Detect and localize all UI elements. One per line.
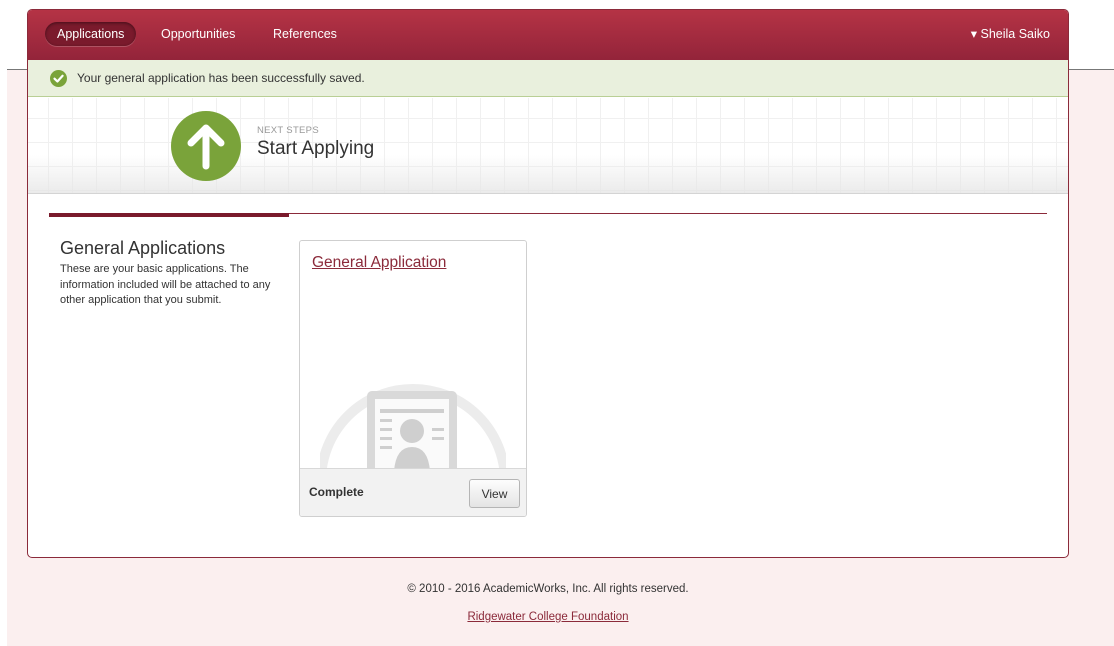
nav-tab-opportunities[interactable]: Opportunities [149,22,247,46]
next-steps-label: NEXT STEPS [257,125,319,136]
general-application-link[interactable]: General Application [312,254,446,272]
success-alert: Your general application has been succes… [28,60,1068,97]
header-divider-right [1069,69,1114,70]
nav-tab-references[interactable]: References [261,22,349,46]
alert-message: Your general application has been succes… [77,71,365,85]
top-navbar: Applications Opportunities References ▾ … [28,10,1068,60]
section-divider-active [49,213,289,217]
next-steps-title: Start Applying [257,138,375,159]
section-description: These are your basic applications. The i… [60,263,271,306]
card-footer: Complete View [300,468,526,516]
view-button[interactable]: View [469,479,520,508]
copyright-text: © 2010 - 2016 AcademicWorks, Inc. All ri… [407,583,689,595]
header-divider-left [7,69,28,70]
id-card-icon [320,384,506,471]
section-title: General Applications [60,238,226,258]
nav-tab-applications[interactable]: Applications [45,22,137,46]
application-card: General Application Complete View [299,240,527,517]
status-label: Complete [309,485,364,499]
foundation-link[interactable]: Ridgewater College Foundation [467,611,628,623]
user-menu[interactable]: ▾ Sheila Saiko [971,22,1050,46]
main-frame: Applications Opportunities References ▾ … [27,9,1069,558]
arrow-up-icon [171,111,241,181]
footer-link-container: Ridgewater College Foundation [0,611,1096,623]
next-steps-banner: NEXT STEPS Start Applying [28,98,1068,194]
check-circle-icon [50,70,67,87]
